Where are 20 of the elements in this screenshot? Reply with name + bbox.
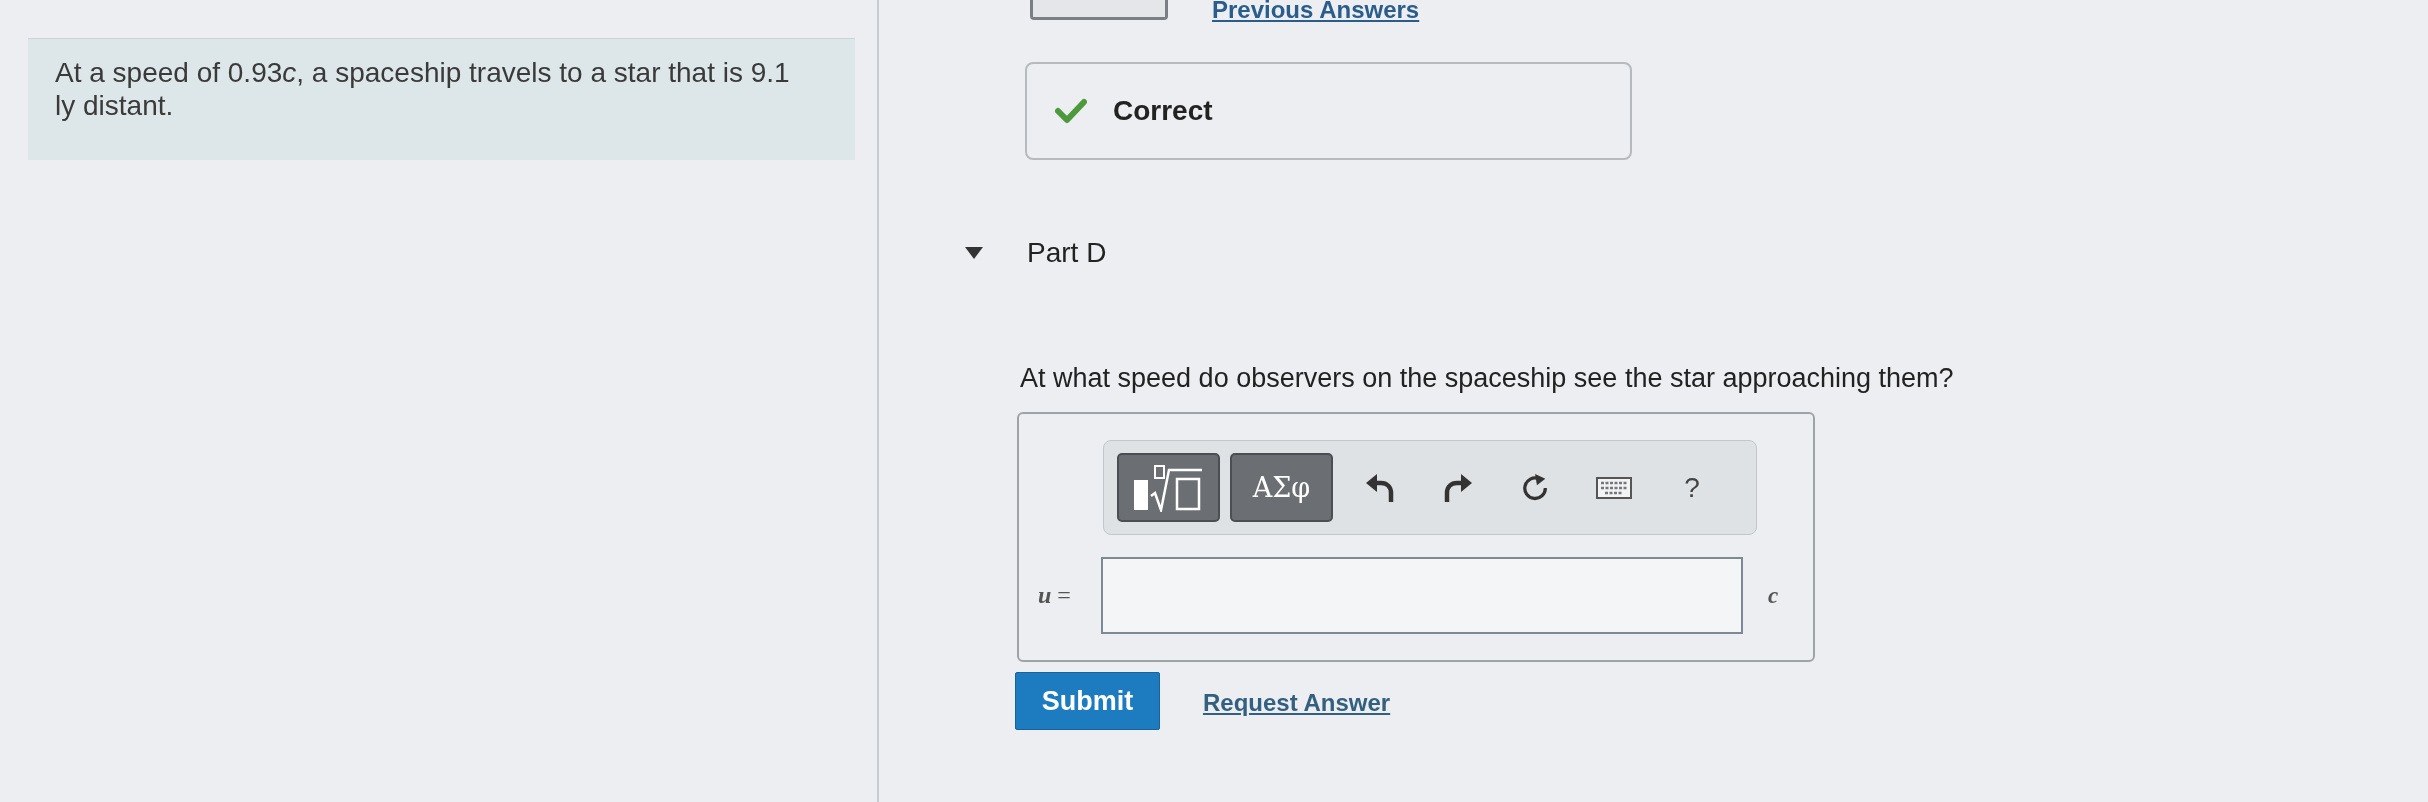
redo-icon <box>1444 472 1472 503</box>
help-button[interactable]: ? <box>1664 459 1720 516</box>
answer-input[interactable] <box>1101 557 1743 634</box>
clipped-button[interactable] <box>1030 0 1168 20</box>
question-text: At what speed do observers on the spaceship see the star approaching them? <box>1020 362 1954 394</box>
feedback-text: Correct <box>1113 95 1213 127</box>
previous-answers-link[interactable]: Previous Answers <box>1212 0 1420 23</box>
templates-button[interactable] <box>1117 453 1220 522</box>
request-answer-link[interactable]: Request Answer <box>1203 689 1391 717</box>
reset-icon <box>1522 472 1550 503</box>
problem-text: At a speed of 0.93c, a spaceship travels to a star that is 9.1 ly distant. <box>55 56 791 122</box>
radical-template-icon <box>1133 463 1204 512</box>
undo-icon <box>1366 472 1394 503</box>
keyboard-icon <box>1596 476 1632 499</box>
part-title[interactable]: Part D <box>1027 237 1107 269</box>
unit-label: c <box>1768 582 1779 609</box>
symbols-button[interactable]: ΑΣφ <box>1230 453 1333 522</box>
variable-label: u = <box>1038 582 1072 609</box>
submit-button[interactable]: Submit <box>1015 672 1160 730</box>
caret-icon[interactable] <box>965 247 983 259</box>
